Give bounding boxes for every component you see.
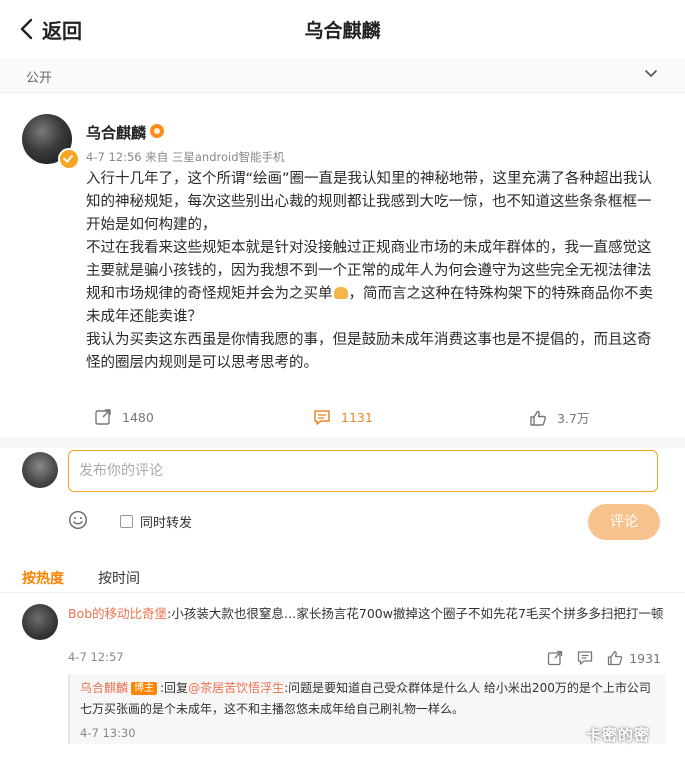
reply-prefix: :回复 bbox=[160, 681, 189, 695]
reply-text: 乌合麒麟 博主:回复@茶居苦饮悟浮生:问题是要知道自己受众群体是什么人 给小米出2… bbox=[80, 678, 660, 720]
post-body: 入行十几年了，这个所谓“绘画”圈一直是我认知里的神秘地带，这里充满了各种超出我认… bbox=[86, 168, 664, 375]
comment-time: 4-7 12:57 bbox=[68, 650, 124, 664]
comment-input[interactable] bbox=[68, 450, 658, 492]
visibility-label: 公开 bbox=[26, 71, 53, 86]
repost-toggle-label: 同时转发 bbox=[140, 516, 193, 531]
current-user-avatar bbox=[22, 452, 58, 488]
tab-sort-hot[interactable]: 按热度 bbox=[22, 568, 64, 588]
reply-author[interactable]: 乌合麒麟 bbox=[80, 681, 128, 695]
post-paragraph: 我认为买卖这东西虽是你情我愿的事，但是鼓励未成年消费这事也是不提倡的，而且这奇怪… bbox=[86, 332, 652, 371]
top-bar: 返回 乌合麒麟 bbox=[0, 0, 685, 59]
author-tag-badge: 博主 bbox=[131, 682, 158, 695]
comment-sort-tabs: 按热度 按时间 bbox=[0, 566, 685, 593]
chevron-down-icon[interactable] bbox=[643, 66, 659, 82]
like-button[interactable]: 3.7万 bbox=[529, 408, 589, 427]
commenter-name[interactable]: Bob的移动比奇堡 bbox=[68, 606, 167, 621]
comment-button[interactable]: 1131 bbox=[313, 408, 373, 426]
repost-button[interactable]: 1480 bbox=[94, 408, 154, 426]
page-title: 乌合麒麟 bbox=[304, 20, 381, 42]
watermark: 卡密的密 bbox=[586, 726, 651, 744]
thumbs-up-icon bbox=[530, 410, 546, 426]
section-divider bbox=[0, 438, 685, 448]
verified-badge-icon bbox=[58, 148, 80, 170]
comment-actions: 1931 bbox=[533, 648, 661, 668]
post-meta: 4-7 12:56 来自 三星android智能手机 bbox=[86, 150, 285, 164]
visibility-row[interactable]: 公开 bbox=[0, 58, 685, 93]
member-badge-icon bbox=[150, 124, 164, 138]
comment-composer: 同时转发 评论 bbox=[0, 448, 685, 558]
comment-icon bbox=[314, 410, 330, 425]
reply-time: 4-7 13:30 bbox=[80, 726, 136, 740]
submit-comment-button[interactable]: 评论 bbox=[588, 504, 660, 540]
post-author[interactable]: 乌合麒麟 bbox=[86, 122, 146, 143]
tab-sort-time[interactable]: 按时间 bbox=[98, 568, 140, 588]
share-icon[interactable] bbox=[547, 650, 563, 666]
emoji-icon bbox=[333, 287, 348, 299]
repost-icon bbox=[95, 409, 111, 425]
repost-count: 1480 bbox=[122, 409, 154, 425]
post-paragraph: 入行十几年了，这个所谓“绘画”圈一直是我认知里的神秘地带，这里充满了各种超出我认… bbox=[86, 171, 653, 233]
commenter-avatar[interactable] bbox=[22, 604, 58, 640]
comment-reply: 乌合麒麟 博主:回复@茶居苦饮悟浮生:问题是要知道自己受众群体是什么人 给小米出2… bbox=[68, 674, 666, 744]
like-count: 3.7万 bbox=[557, 411, 590, 426]
post-action-bar: 1480 1131 3.7万 bbox=[0, 408, 685, 438]
emoji-picker-icon[interactable] bbox=[68, 510, 88, 530]
reply-mention[interactable]: @茶居苦饮悟浮生 bbox=[188, 681, 284, 695]
repost-toggle[interactable]: 同时转发 bbox=[120, 512, 192, 531]
repost-checkbox[interactable] bbox=[120, 515, 133, 528]
comment-count: 1131 bbox=[341, 409, 373, 425]
comment-body: :小孩装大款也很窒息…家长扬言花700w撤掉这个圈子不如先花7毛买个拼多多扫把打… bbox=[167, 606, 664, 621]
comment-like-count: 1931 bbox=[629, 650, 661, 666]
thumbs-up-icon[interactable] bbox=[607, 650, 623, 666]
comment-text: Bob的移动比奇堡:小孩装大款也很窒息…家长扬言花700w撤掉这个圈子不如先花7… bbox=[68, 603, 664, 624]
reply-icon[interactable] bbox=[577, 650, 593, 666]
post-paragraph: 不过在我看来这些规矩本就是针对没接触过正规商业市场的未成年群体的，我一直感觉这主… bbox=[86, 237, 664, 329]
